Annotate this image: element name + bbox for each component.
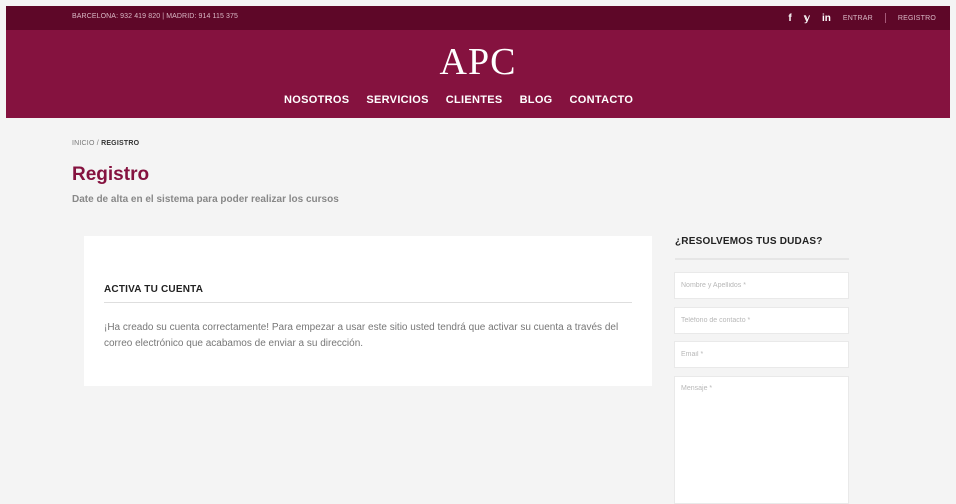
page-subtitle: Date de alta en el sistema para poder re… <box>72 194 339 205</box>
contact-phones: BARCELONA: 932 419 820 | MADRID: 914 115… <box>72 13 239 20</box>
nav-item-clientes[interactable]: CLIENTES <box>446 94 503 106</box>
page-title: Registro <box>72 164 150 185</box>
contact-form-title: ¿RESOLVEMOS TUS DUDAS? <box>675 236 823 247</box>
activation-card: ACTIVA TU CUENTA ¡Ha creado su cuenta co… <box>84 236 652 386</box>
message-field[interactable] <box>674 376 849 504</box>
nav-item-nosotros[interactable]: NOSOTROS <box>284 94 349 106</box>
top-bar-divider <box>884 13 886 23</box>
main-nav: NOSOTROS SERVICIOS CLIENTES BLOG CONTACT… <box>284 94 633 106</box>
nav-item-contacto[interactable]: CONTACTO <box>570 94 634 106</box>
twitter-icon[interactable]: 𝕪 <box>804 13 810 24</box>
nav-item-servicios[interactable]: SERVICIOS <box>366 94 428 106</box>
top-bar: BARCELONA: 932 419 820 | MADRID: 914 115… <box>6 6 950 30</box>
site-logo[interactable]: APC <box>6 40 950 84</box>
contact-form-divider <box>675 258 849 260</box>
breadcrumb: INICIO / REGISTRO <box>72 140 139 147</box>
breadcrumb-current: REGISTRO <box>101 140 140 147</box>
nav-item-blog[interactable]: BLOG <box>520 94 553 106</box>
name-field[interactable] <box>674 272 849 299</box>
breadcrumb-separator: / <box>96 140 99 147</box>
breadcrumb-home[interactable]: INICIO <box>72 140 95 147</box>
facebook-icon[interactable]: f <box>788 13 791 24</box>
site-header: APC NOSOTROS SERVICIOS CLIENTES BLOG CON… <box>6 30 950 118</box>
register-link[interactable]: REGISTRO <box>898 15 936 22</box>
card-divider <box>104 302 632 303</box>
email-field[interactable] <box>674 341 849 368</box>
card-title: ACTIVA TU CUENTA <box>104 284 204 295</box>
login-link[interactable]: ENTRAR <box>843 15 873 22</box>
top-bar-right: f 𝕪 in ENTRAR REGISTRO <box>788 6 936 30</box>
phone-field[interactable] <box>674 307 849 334</box>
activation-message: ¡Ha creado su cuenta correctamente! Para… <box>104 322 619 349</box>
linkedin-icon[interactable]: in <box>822 13 831 24</box>
